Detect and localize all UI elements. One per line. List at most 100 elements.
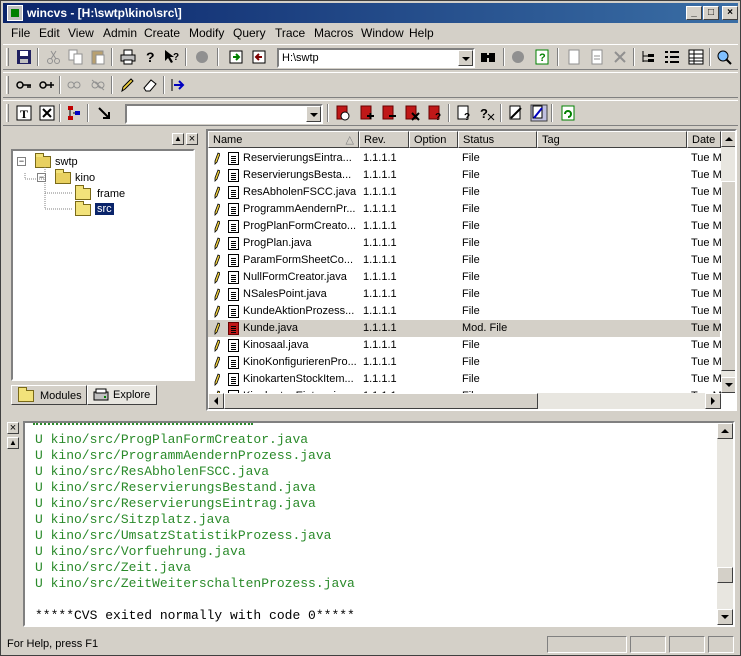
tree-expander[interactable]: − bbox=[17, 157, 26, 166]
output-console[interactable]: U kino/src/ProgPlanFormCreator.java U kin… bbox=[23, 421, 735, 627]
print-icon[interactable] bbox=[119, 48, 137, 66]
menu-trace[interactable]: Trace bbox=[275, 26, 305, 40]
edit-file-icon[interactable] bbox=[588, 48, 606, 66]
reload-icon[interactable] bbox=[559, 104, 577, 122]
output-scroll-up[interactable] bbox=[717, 423, 733, 439]
file-row[interactable]: ProgrammAendernPr... 1.1.1.1 File Tue M bbox=[208, 201, 721, 218]
list-horizontal-scrollbar[interactable] bbox=[208, 393, 721, 409]
file-row[interactable]: KinokartenStockItem... 1.1.1.1 File Tue M bbox=[208, 371, 721, 388]
output-restore-icon[interactable]: ▲ bbox=[7, 437, 19, 449]
stop-icon[interactable] bbox=[193, 48, 211, 66]
scroll-thumb[interactable] bbox=[721, 181, 735, 371]
graph-icon[interactable] bbox=[65, 104, 83, 122]
toolbar-grip[interactable] bbox=[6, 104, 9, 122]
delete-icon[interactable] bbox=[611, 48, 629, 66]
eraser-icon[interactable] bbox=[141, 76, 159, 94]
file-row[interactable]: Kunde.java 1.1.1.1 Mod. File Tue M bbox=[208, 320, 721, 337]
file-row[interactable]: ParamFormSheetCo... 1.1.1.1 File Tue M bbox=[208, 252, 721, 269]
save-icon[interactable] bbox=[15, 48, 33, 66]
details-view-icon[interactable] bbox=[687, 48, 705, 66]
scroll-left-button[interactable] bbox=[208, 393, 224, 409]
tree-view-icon[interactable] bbox=[639, 48, 657, 66]
menu-window[interactable]: Window bbox=[361, 26, 404, 40]
help-icon[interactable]: ? bbox=[141, 48, 159, 66]
location-dropdown-arrow[interactable] bbox=[458, 50, 473, 66]
column-header-rev[interactable]: Rev. bbox=[359, 131, 409, 148]
maximize-button[interactable]: □ bbox=[703, 6, 719, 20]
column-header-status[interactable]: Status bbox=[458, 131, 537, 148]
menu-macros[interactable]: Macros bbox=[314, 26, 353, 40]
file-row[interactable]: NullFormCreator.java 1.1.1.1 File Tue M bbox=[208, 269, 721, 286]
tab-explore[interactable]: Explore bbox=[87, 385, 157, 405]
output-vertical-scrollbar[interactable] bbox=[717, 423, 733, 625]
filter-conflict-icon[interactable] bbox=[403, 104, 421, 122]
filter-modified-icon[interactable] bbox=[334, 104, 352, 122]
watch-off-icon[interactable] bbox=[89, 76, 107, 94]
binary-file-icon[interactable] bbox=[38, 104, 56, 122]
text-file-icon[interactable]: T bbox=[15, 104, 33, 122]
commit-arrow-icon[interactable] bbox=[95, 104, 113, 122]
title-bar[interactable]: wincvs - [H:\swtp\kino\src\] _ □ × bbox=[3, 3, 738, 23]
file-row[interactable]: ReservierungsBesta... 1.1.1.1 File Tue M bbox=[208, 167, 721, 184]
column-header-date[interactable]: Date bbox=[687, 131, 721, 148]
panel-close-icon[interactable]: × bbox=[186, 133, 198, 145]
change-location-icon[interactable] bbox=[250, 48, 268, 66]
column-header-name[interactable]: Name △ bbox=[208, 131, 359, 148]
hide-unknown-icon[interactable]: ? bbox=[478, 104, 496, 122]
filter-dropdown-arrow[interactable] bbox=[306, 106, 321, 122]
file-row[interactable]: KundeAktionProzess... 1.1.1.1 File Tue M bbox=[208, 303, 721, 320]
location-combo[interactable]: H:\swtp bbox=[277, 48, 475, 68]
new-file-icon[interactable] bbox=[565, 48, 583, 66]
menu-edit[interactable]: Edit bbox=[39, 26, 60, 40]
query-icon[interactable]: ? bbox=[533, 48, 551, 66]
filter-unknown-icon[interactable]: ? bbox=[426, 104, 444, 122]
toolbar-grip[interactable] bbox=[6, 76, 9, 94]
ignore-icon[interactable] bbox=[507, 104, 525, 122]
filter-combo[interactable] bbox=[125, 104, 323, 124]
file-row[interactable]: NSalesPoint.java 1.1.1.1 File Tue M bbox=[208, 286, 721, 303]
context-help-icon[interactable]: ? bbox=[163, 48, 181, 66]
folder-tree[interactable]: − swtp − kino frame src bbox=[11, 149, 195, 381]
scroll-up-button[interactable] bbox=[721, 131, 735, 147]
file-row[interactable]: ProgPlan.java 1.1.1.1 File Tue M bbox=[208, 235, 721, 252]
watch-on-icon[interactable] bbox=[65, 76, 83, 94]
scroll-down-button[interactable] bbox=[721, 377, 735, 393]
stop-command-icon[interactable] bbox=[509, 48, 527, 66]
file-list[interactable]: Name △ Rev. Option Status Tag Date Reser… bbox=[206, 129, 737, 411]
show-unknown-icon[interactable]: ? bbox=[455, 104, 473, 122]
panel-restore-icon[interactable]: ▲ bbox=[172, 133, 184, 145]
menu-query[interactable]: Query bbox=[233, 26, 266, 40]
wincvs-app-icon[interactable] bbox=[7, 5, 23, 21]
column-header-option[interactable]: Option bbox=[409, 131, 458, 148]
show-ignored-icon[interactable] bbox=[530, 104, 548, 122]
file-row[interactable]: Kinosaal.java 1.1.1.1 File Tue M bbox=[208, 337, 721, 354]
file-row[interactable]: ProgPlanFormCreato... 1.1.1.1 File Tue M bbox=[208, 218, 721, 235]
file-row[interactable]: KinoKonfigurierenPro... 1.1.1.1 File Tue M bbox=[208, 354, 721, 371]
logout-key-icon[interactable] bbox=[38, 76, 56, 94]
list-vertical-scrollbar[interactable] bbox=[721, 131, 735, 393]
output-close-icon[interactable]: × bbox=[7, 422, 19, 434]
scroll-right-button[interactable] bbox=[705, 393, 721, 409]
menu-file[interactable]: File bbox=[11, 26, 30, 40]
menu-modify[interactable]: Modify bbox=[189, 26, 224, 40]
cut-icon[interactable] bbox=[45, 48, 63, 66]
toolbar-grip[interactable] bbox=[6, 48, 9, 66]
file-row[interactable]: ResAbholenFSCC.java 1.1.1.1 File Tue M bbox=[208, 184, 721, 201]
filter-removed-icon[interactable] bbox=[380, 104, 398, 122]
output-scroll-down[interactable] bbox=[717, 609, 733, 625]
close-button[interactable]: × bbox=[722, 6, 738, 20]
menu-help[interactable]: Help bbox=[409, 26, 434, 40]
file-row[interactable]: ReservierungsEintra... 1.1.1.1 File Tue M bbox=[208, 150, 721, 167]
list-view-icon[interactable] bbox=[663, 48, 681, 66]
binoculars-icon[interactable] bbox=[479, 48, 497, 66]
minimize-button[interactable]: _ bbox=[686, 6, 702, 20]
menu-view[interactable]: View bbox=[68, 26, 94, 40]
run-macro-icon[interactable] bbox=[169, 76, 187, 94]
copy-icon[interactable] bbox=[67, 48, 85, 66]
paste-icon[interactable] bbox=[89, 48, 107, 66]
browse-location-icon[interactable] bbox=[227, 48, 245, 66]
output-scroll-thumb[interactable] bbox=[717, 567, 733, 583]
menu-create[interactable]: Create bbox=[144, 26, 180, 40]
scroll-h-thumb[interactable] bbox=[224, 393, 538, 409]
tab-modules[interactable]: Modules bbox=[11, 385, 87, 405]
